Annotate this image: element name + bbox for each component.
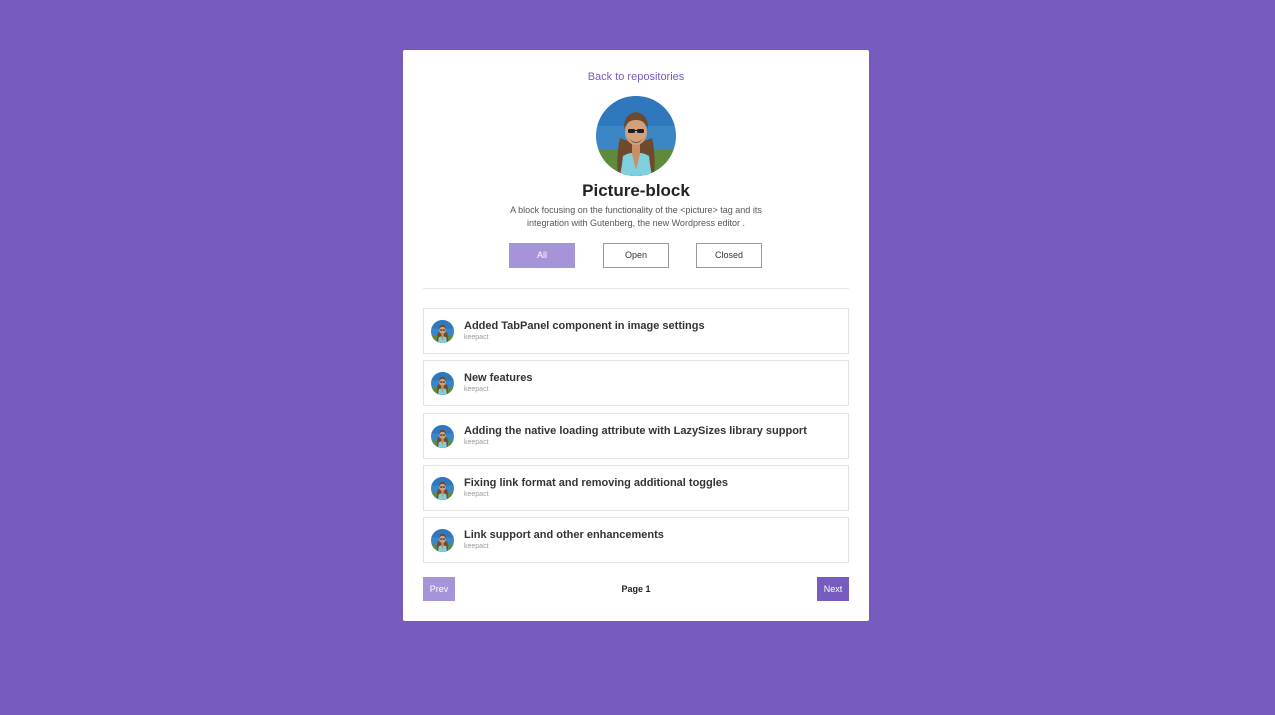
item-author: keepact [464, 439, 489, 446]
user-photo-avatar-icon [596, 96, 676, 176]
list-item[interactable]: Added TabPanel component in image settin… [423, 308, 849, 354]
user-photo-avatar-icon [431, 372, 454, 395]
item-author: keepact [464, 334, 489, 341]
author-avatar [431, 529, 454, 552]
author-avatar [431, 372, 454, 395]
author-avatar [431, 477, 454, 500]
item-title: Fixing link format and removing addition… [464, 477, 729, 489]
list-item[interactable]: Adding the native loading attribute with… [423, 413, 849, 459]
status-filter-group: All Open Closed [403, 243, 869, 268]
user-photo-avatar-icon [431, 425, 454, 448]
repository-card: Back to repositories Picture-block A blo… [403, 50, 869, 621]
item-author: keepact [464, 491, 489, 498]
pagination: Prev Page 1 Next [423, 577, 849, 601]
author-avatar [431, 425, 454, 448]
item-title: Adding the native loading attribute with… [464, 425, 807, 437]
item-title: New features [464, 372, 533, 384]
repo-owner-avatar [596, 96, 676, 176]
filter-all-button[interactable]: All [509, 243, 575, 268]
list-item[interactable]: Link support and other enhancements keep… [423, 517, 849, 563]
user-photo-avatar-icon [431, 529, 454, 552]
list-item[interactable]: Fixing link format and removing addition… [423, 465, 849, 511]
item-author: keepact [464, 543, 489, 550]
user-photo-avatar-icon [431, 320, 454, 343]
next-page-button[interactable]: Next [817, 577, 849, 601]
item-title: Added TabPanel component in image settin… [464, 320, 705, 332]
filter-open-button[interactable]: Open [603, 243, 669, 268]
list-item[interactable]: New features keepact [423, 360, 849, 406]
page-indicator: Page 1 [621, 584, 651, 594]
user-photo-avatar-icon [431, 477, 454, 500]
divider [423, 288, 849, 289]
item-title: Link support and other enhancements [464, 529, 664, 541]
repository-title: Picture-block [582, 181, 690, 200]
item-author: keepact [464, 386, 489, 393]
author-avatar [431, 320, 454, 343]
back-to-repositories-link[interactable]: Back to repositories [403, 71, 869, 83]
repository-description: A block focusing on the functionality of… [510, 205, 762, 228]
filter-closed-button[interactable]: Closed [696, 243, 762, 268]
